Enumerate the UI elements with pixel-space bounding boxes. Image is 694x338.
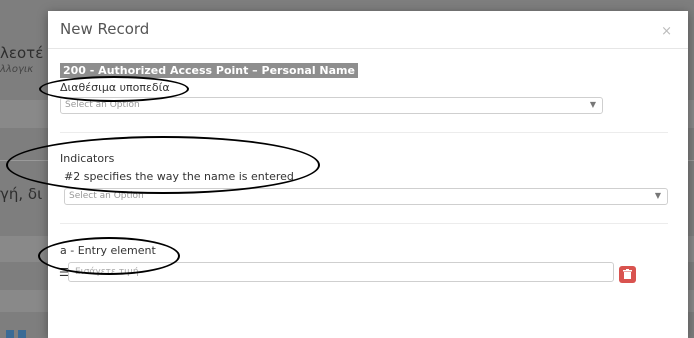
modal-header: New Record ×: [48, 11, 688, 49]
section-divider: [60, 223, 668, 224]
background-text: λεοτέ: [0, 44, 44, 62]
chevron-down-icon: ▼: [589, 100, 596, 109]
background-text: γή, δι: [0, 185, 43, 203]
background-text: λλογικ: [0, 64, 34, 75]
chevron-down-icon: ▼: [654, 191, 661, 200]
background-square: [6, 330, 14, 338]
trash-glyph: [623, 269, 632, 279]
annotation-ellipse: [38, 237, 180, 275]
close-icon[interactable]: ×: [661, 24, 672, 39]
background-square: [18, 330, 26, 338]
section-divider: [60, 132, 668, 133]
annotation-ellipse: [39, 76, 189, 102]
modal-title: New Record: [60, 20, 150, 38]
trash-icon[interactable]: [619, 266, 636, 283]
annotation-ellipse: [6, 136, 320, 194]
